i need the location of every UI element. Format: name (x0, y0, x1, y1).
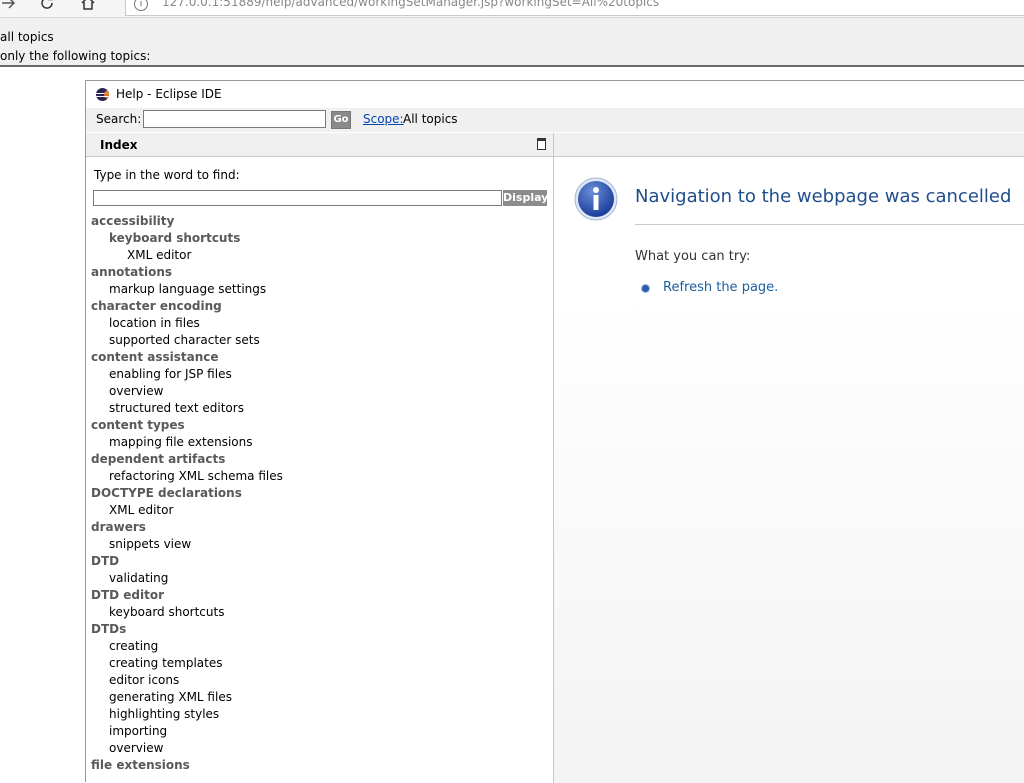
index-keyword[interactable]: accessibility (91, 213, 546, 230)
search-label: Search: (96, 112, 142, 126)
try-label: What you can try: (635, 249, 751, 264)
help-window: Help - Eclipse IDE Search: Go Scope: All… (85, 80, 1024, 783)
index-subentry[interactable]: editor icons (91, 672, 546, 689)
content-toolbar (554, 133, 1024, 157)
index-subentry[interactable]: refactoring XML schema files (91, 468, 546, 485)
go-button[interactable]: Go (331, 111, 351, 129)
url-text: 127.0.0.1:51889/help/advanced/workingSet… (162, 0, 660, 9)
index-list: accessibility keyboard shortcuts XML edito… (91, 213, 546, 774)
index-subentry[interactable]: validating (91, 570, 546, 587)
browser-toolbar: i 127.0.0.1:51889/help/advanced/workingS… (0, 0, 1024, 18)
index-subentry[interactable]: generating XML files (91, 689, 546, 706)
index-keyword[interactable]: content types (91, 417, 546, 434)
window-title: Help - Eclipse IDE (116, 87, 222, 101)
info-icon (574, 177, 618, 221)
index-subentry[interactable]: mapping file extensions (91, 434, 546, 451)
index-find-input[interactable] (93, 190, 502, 206)
home-icon[interactable] (79, 0, 97, 12)
index-subentry[interactable]: snippets view (91, 536, 546, 553)
info-icon[interactable]: i (134, 0, 148, 11)
error-title: Navigation to the webpage was cancelled (635, 186, 1012, 207)
index-pane: Index Type in the word to find: Display … (86, 133, 554, 783)
index-keyword[interactable]: DTDs (91, 621, 546, 638)
index-subentry[interactable]: markup language settings (91, 281, 546, 298)
index-header: Index (86, 133, 553, 157)
index-subentry[interactable]: keyboard shortcuts (91, 604, 546, 621)
index-subentry[interactable]: enabling for JSP files (91, 366, 546, 383)
working-set-chooser: all topics only the following topics: (0, 18, 1024, 67)
index-subentry[interactable]: location in files (91, 315, 546, 332)
content-pane: Navigation to the webpage was cancelled … (554, 133, 1024, 783)
index-keyword[interactable]: character encoding (91, 298, 546, 315)
index-keyword[interactable]: DTD editor (91, 587, 546, 604)
index-subentry[interactable]: overview (91, 740, 546, 757)
index-subentry[interactable]: XML editor (91, 247, 546, 264)
scope-value: All topics (403, 112, 458, 126)
index-subentry[interactable]: importing (91, 723, 546, 740)
divider (635, 224, 1024, 225)
index-keyword[interactable]: DTD (91, 553, 546, 570)
option-only-following-topics[interactable]: only the following topics: (0, 49, 150, 63)
index-keyword[interactable]: DOCTYPE declarations (91, 485, 546, 502)
scope-link[interactable]: Scope: (363, 112, 404, 126)
index-subentry[interactable]: supported character sets (91, 332, 546, 349)
eclipse-logo-icon (96, 88, 109, 101)
index-subentry[interactable]: highlighting styles (91, 706, 546, 723)
address-bar[interactable]: i 127.0.0.1:51889/help/advanced/workingS… (125, 0, 1024, 16)
index-subentry[interactable]: creating templates (91, 655, 546, 672)
search-input[interactable] (143, 110, 326, 128)
bullet-icon (642, 285, 649, 292)
find-label: Type in the word to find: (94, 168, 240, 182)
index-keyword[interactable]: content assistance (91, 349, 546, 366)
index-subentry[interactable]: structured text editors (91, 400, 546, 417)
index-title: Index (100, 138, 138, 152)
index-keyword[interactable]: drawers (91, 519, 546, 536)
index-subentry[interactable]: creating (91, 638, 546, 655)
display-button[interactable]: Display (503, 190, 548, 206)
search-bar: Search: Go Scope: All topics (86, 108, 1024, 132)
option-all-topics[interactable]: all topics (0, 30, 54, 44)
window-titlebar: Help - Eclipse IDE (86, 81, 1024, 107)
index-subentry[interactable]: XML editor (91, 502, 546, 519)
index-keyword[interactable]: annotations (91, 264, 546, 281)
index-subentry[interactable]: keyboard shortcuts (91, 230, 546, 247)
refresh-icon[interactable] (38, 0, 56, 12)
index-keyword[interactable]: dependent artifacts (91, 451, 546, 468)
refresh-page-link[interactable]: Refresh the page. (663, 280, 778, 295)
maximize-icon[interactable] (537, 138, 546, 150)
index-subentry[interactable]: overview (91, 383, 546, 400)
index-keyword[interactable]: file extensions (91, 757, 546, 774)
forward-arrow-icon[interactable] (0, 0, 18, 12)
